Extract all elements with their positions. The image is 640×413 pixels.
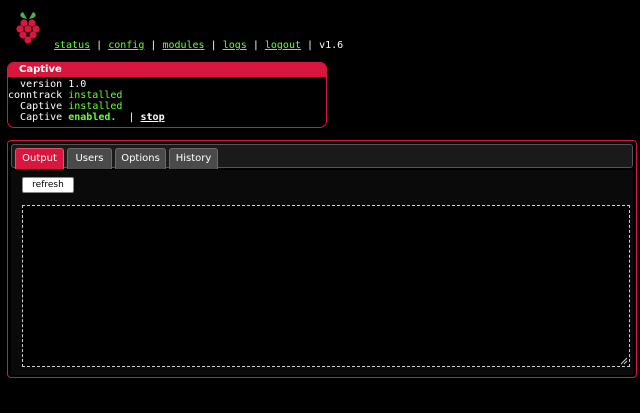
tab-users[interactable]: Users: [67, 148, 112, 169]
tab-content: refresh: [11, 170, 633, 375]
top-nav: status | config | modules | logs | logou…: [54, 40, 343, 52]
captive-status: installed: [68, 101, 123, 112]
nav-separator: |: [96, 40, 103, 51]
nav-separator: |: [252, 40, 259, 51]
state-label: Captive: [20, 112, 63, 123]
conntrack-row: conntrack installed: [8, 90, 326, 101]
output-textarea[interactable]: [22, 205, 630, 367]
state-value: enabled.: [68, 112, 117, 123]
version-label: version: [20, 79, 63, 90]
nav-link-config[interactable]: config: [108, 40, 144, 51]
tab-output[interactable]: Output: [15, 148, 64, 169]
nav-separator: |: [210, 40, 217, 51]
nav-separator: |: [307, 40, 314, 51]
version-value: 1.0: [68, 79, 87, 90]
captive-install-row: Captive installed: [8, 101, 326, 112]
tab-history[interactable]: History: [169, 148, 218, 169]
main-panel: Output Users Options History refresh: [7, 140, 637, 378]
tab-bar: Output Users Options History: [11, 144, 633, 169]
nav-link-logout[interactable]: logout: [265, 40, 301, 51]
resize-grip-icon[interactable]: [620, 357, 628, 365]
nav-link-logs[interactable]: logs: [223, 40, 247, 51]
captive-state-row: Captive enabled. | stop: [8, 112, 326, 123]
conntrack-label: conntrack: [8, 90, 63, 101]
nav-link-status[interactable]: status: [54, 40, 90, 51]
version-row: version 1.0: [8, 79, 326, 90]
version-label: v1.6: [319, 40, 344, 51]
captive-label: Captive: [20, 101, 63, 112]
refresh-button[interactable]: refresh: [22, 177, 74, 193]
tab-options[interactable]: Options: [115, 148, 166, 169]
raspberry-logo-icon: [16, 12, 40, 44]
state-separator: |: [128, 112, 135, 123]
nav-separator: |: [150, 40, 157, 51]
nav-link-modules[interactable]: modules: [162, 40, 204, 51]
module-title: Captive: [8, 63, 326, 77]
stop-link[interactable]: stop: [141, 112, 165, 123]
conntrack-status: installed: [68, 90, 123, 101]
module-info-body: version 1.0 conntrack installed Captive …: [8, 77, 326, 123]
module-info-panel: Captive version 1.0 conntrack installed …: [7, 62, 327, 128]
